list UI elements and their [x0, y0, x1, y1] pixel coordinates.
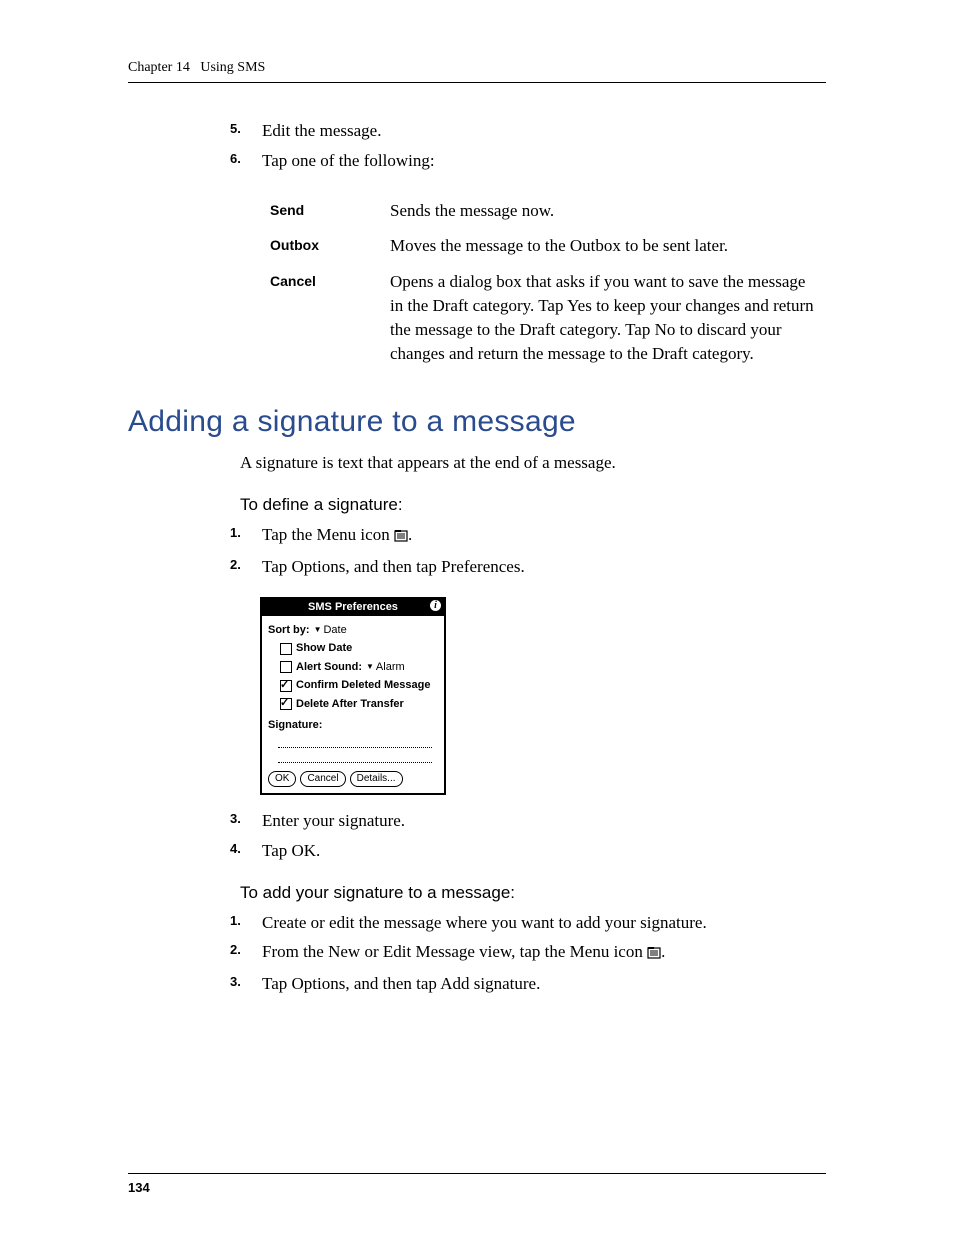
signature-label: Signature:	[268, 718, 438, 733]
step-text: Tap Options, and then tap Preferences.	[262, 557, 525, 576]
alert-sound-label: Alert Sound:	[296, 660, 362, 675]
add-step-2: 2. From the New or Edit Message view, ta…	[240, 940, 826, 966]
step-number: 3.	[230, 810, 241, 828]
page: Chapter 14 Using SMS 5. Edit the message…	[0, 0, 954, 1235]
define-signature-steps-cont: 3. Enter your signature. 4. Tap OK.	[240, 809, 826, 863]
step-text: Tap OK.	[262, 841, 320, 860]
dialog-titlebar: SMS Preferences i	[262, 599, 444, 616]
running-header: Chapter 14 Using SMS	[128, 60, 826, 83]
option-term: Cancel	[260, 264, 380, 371]
alert-sound-row: Alert Sound: Alarm	[280, 660, 438, 675]
continued-steps: 5. Edit the message. 6. Tap one of the f…	[240, 119, 826, 173]
confirm-deleted-checkbox[interactable]	[280, 680, 292, 692]
step-number: 6.	[230, 150, 241, 168]
delete-after-transfer-label: Delete After Transfer	[296, 697, 404, 712]
chapter-title: Using SMS	[200, 60, 265, 75]
show-date-label: Show Date	[296, 641, 352, 656]
option-desc: Sends the message now.	[380, 193, 826, 229]
sort-by-label: Sort by:	[268, 623, 310, 638]
step-text-prefix: From the New or Edit Message view, tap t…	[262, 942, 647, 961]
define-step-2: 2. Tap Options, and then tap Preferences…	[240, 555, 826, 579]
step-text-suffix: .	[661, 942, 665, 961]
show-date-checkbox[interactable]	[280, 643, 292, 655]
step-number: 3.	[230, 973, 241, 991]
show-date-row: Show Date	[280, 641, 438, 656]
add-signature-steps: 1. Create or edit the message where you …	[240, 911, 826, 996]
dialog-buttons: OK Cancel Details...	[268, 771, 438, 787]
step-text: Tap one of the following:	[262, 151, 435, 170]
step-text-suffix: .	[408, 525, 412, 544]
option-desc: Moves the message to the Outbox to be se…	[380, 228, 826, 264]
step-number: 2.	[230, 941, 241, 959]
menu-icon	[647, 942, 661, 966]
step-text: Tap Options, and then tap Add signature.	[262, 974, 540, 993]
add-step-1: 1. Create or edit the message where you …	[240, 911, 826, 935]
content: 5. Edit the message. 6. Tap one of the f…	[240, 119, 826, 996]
signature-line-2[interactable]	[278, 750, 432, 763]
step-number: 1.	[230, 524, 241, 542]
menu-icon	[394, 525, 408, 549]
step-text: Edit the message.	[262, 121, 381, 140]
delete-after-transfer-row: Delete After Transfer	[280, 697, 438, 712]
chapter-label: Chapter 14	[128, 60, 190, 75]
define-signature-heading: To define a signature:	[240, 493, 826, 517]
options-table: Send Sends the message now. Outbox Moves…	[260, 193, 826, 372]
confirm-deleted-row: Confirm Deleted Message	[280, 678, 438, 693]
sms-preferences-dialog: SMS Preferences i Sort by: Date Show Dat…	[260, 597, 446, 796]
page-number: 134	[128, 1173, 826, 1195]
define-step-4: 4. Tap OK.	[240, 839, 826, 863]
delete-after-transfer-checkbox[interactable]	[280, 698, 292, 710]
option-term: Outbox	[260, 228, 380, 264]
step-text: Enter your signature.	[262, 811, 405, 830]
table-row: Cancel Opens a dialog box that asks if y…	[260, 264, 826, 371]
alert-sound-checkbox[interactable]	[280, 661, 292, 673]
step-text-prefix: Tap the Menu icon	[262, 525, 394, 544]
option-desc: Opens a dialog box that asks if you want…	[380, 264, 826, 371]
option-term: Send	[260, 193, 380, 229]
cancel-button[interactable]: Cancel	[300, 771, 345, 787]
step-5: 5. Edit the message.	[240, 119, 826, 143]
table-row: Outbox Moves the message to the Outbox t…	[260, 228, 826, 264]
step-number: 1.	[230, 912, 241, 930]
step-6: 6. Tap one of the following:	[240, 149, 826, 173]
details-button[interactable]: Details...	[350, 771, 403, 787]
step-number: 5.	[230, 120, 241, 138]
ok-button[interactable]: OK	[268, 771, 296, 787]
add-step-3: 3. Tap Options, and then tap Add signatu…	[240, 972, 826, 996]
section-heading: Adding a signature to a message	[128, 401, 826, 443]
step-number: 2.	[230, 556, 241, 574]
sort-by-row: Sort by: Date	[268, 623, 438, 638]
signature-line-1[interactable]	[278, 735, 432, 748]
confirm-deleted-label: Confirm Deleted Message	[296, 678, 430, 693]
table-row: Send Sends the message now.	[260, 193, 826, 229]
add-signature-heading: To add your signature to a message:	[240, 881, 826, 905]
sort-by-dropdown[interactable]: Date	[314, 623, 347, 638]
dialog-body: Sort by: Date Show Date Alert Sound: Ala…	[262, 616, 444, 793]
define-step-3: 3. Enter your signature.	[240, 809, 826, 833]
define-signature-steps: 1. Tap the Menu icon . 2. Tap Options, a…	[240, 523, 826, 579]
step-text: Create or edit the message where you wan…	[262, 913, 707, 932]
define-step-1: 1. Tap the Menu icon .	[240, 523, 826, 549]
section-intro: A signature is text that appears at the …	[240, 451, 826, 475]
step-number: 4.	[230, 840, 241, 858]
alert-sound-dropdown[interactable]: Alarm	[366, 660, 405, 675]
info-icon[interactable]: i	[430, 600, 441, 611]
dialog-title: SMS Preferences	[308, 601, 398, 613]
